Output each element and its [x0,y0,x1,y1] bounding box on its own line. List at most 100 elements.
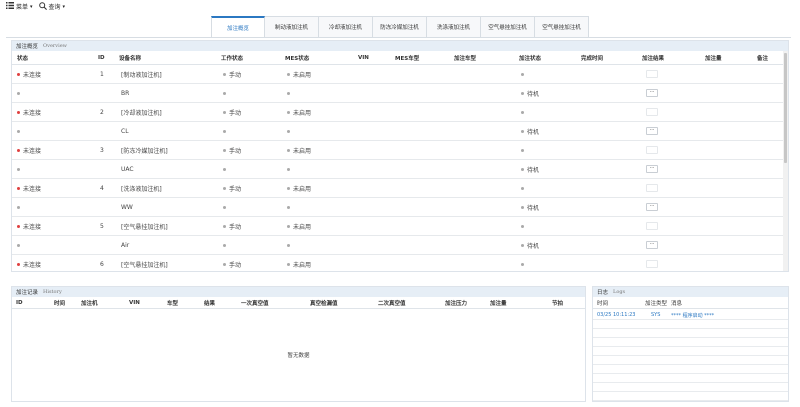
fill-result-button[interactable] [646,260,658,268]
hist-col-vin: VIN [129,299,140,306]
id-cell: 5 [100,222,104,230]
tab-overview[interactable]: 加注概览 [211,16,265,38]
fill-state-cell [521,217,527,235]
hist-col-model: 车型 [167,300,179,307]
logs-title: 日志 [597,290,609,296]
col-vin: VIN [358,54,369,61]
mes-state-cell: 未启用 [287,103,311,121]
state-dot-icon [223,167,226,171]
fill-result-button[interactable]: ··· [646,127,658,135]
tab-refrigerant[interactable]: 防冻冷媒加注机 [373,16,427,38]
work-state-text: 手动 [229,185,242,193]
fill-result-button[interactable] [646,70,658,78]
mes-state-cell: 未启用 [287,255,311,271]
work-state-cell: 手动 [223,179,241,197]
table-row[interactable]: 未连接 3 [防冻冷媒加注机] 手动 未启用 [12,141,788,160]
fill-result-button[interactable]: ··· [646,165,658,173]
tab-air-suspension-1[interactable]: 空气悬挂加注机 [481,16,535,38]
work-state-text: 手动 [229,147,242,155]
query-dropdown[interactable]: 查询 ▾ [38,1,65,12]
status-cell [17,236,23,254]
hist-col-id: ID [16,299,23,306]
table-row[interactable]: 未连接 6 [空气悬挂加注机] 手动 未启用 [12,255,788,271]
state-dot-icon [223,186,226,190]
table-row[interactable]: 未连接 1 [制动液加注机] 手动 未启用 [12,65,788,84]
col-mes-state: MES状态 [285,55,310,62]
fill-state-text: 待机 [527,90,540,98]
state-dot-icon [287,224,290,228]
table-row[interactable]: WW 待机 ··· [12,198,788,217]
mes-state-text: 未启用 [293,185,312,193]
fill-state-cell [521,103,527,121]
state-dot-icon [287,167,290,171]
status-dot-icon [17,186,20,190]
list-menu-icon [6,2,14,11]
fill-state-cell [521,255,527,271]
fill-state-cell: 待机 [521,160,539,178]
fill-state-text: 待机 [527,204,540,212]
table-row[interactable]: 未连接 4 [洗涤液加注机] 手动 未启用 [12,179,788,198]
status-cell: 未连接 [17,255,42,271]
work-state-text: 手动 [229,223,242,231]
mes-state-cell [287,84,293,102]
log-row-empty [593,320,788,329]
table-row[interactable]: CL 待机 ··· [12,122,788,141]
fill-result-button[interactable]: ··· [646,89,658,97]
fill-result-button[interactable] [646,108,658,116]
overview-scrollbar-thumb[interactable] [784,53,787,163]
fill-state-cell [521,141,527,159]
history-title-en: History [43,289,62,295]
menu-label: 菜单 [16,4,29,11]
hist-col-fill-pressure: 加注压力 [445,300,468,307]
fill-result-button[interactable] [646,184,658,192]
col-fill-amount: 加注量 [705,55,722,62]
col-device-name: 设备名称 [119,55,142,62]
logs-panel-header: 日志 Logs [593,287,788,297]
tab-coolant[interactable]: 冷却液加注机 [319,16,373,38]
table-row[interactable]: UAC 待机 ··· [12,160,788,179]
state-dot-icon [223,129,226,133]
id-cell: 3 [100,146,104,154]
menu-dropdown[interactable]: 菜单 ▾ [6,2,33,11]
log-row-empty [593,356,788,365]
status-dot-icon [17,72,20,76]
state-dot-icon [223,110,226,114]
status-text: 未连接 [23,261,42,269]
fill-result-button[interactable]: ··· [646,203,658,211]
device-name-cell: [空气悬挂加注机] [121,223,168,231]
fill-state-cell: 待机 [521,122,539,140]
device-name-cell: Air [121,241,130,249]
status-dot-icon [17,243,20,247]
tab-air-suspension-2[interactable]: 空气悬挂加注机 [535,16,589,38]
mes-state-cell [287,160,293,178]
log-row-empty [593,392,788,401]
tab-washer-fluid[interactable]: 洗涤液加注机 [427,16,481,38]
fill-result-cell [646,103,658,121]
fill-result-button[interactable] [646,146,658,154]
status-cell: 未连接 [17,103,41,121]
search-icon [38,1,47,12]
state-dot-icon [521,205,524,209]
table-row[interactable]: 未连接 2 [冷却液加注机] 手动 未启用 [12,103,788,122]
log-row: 03/25 10:11:23 SYS **** 程序启动 **** [593,311,788,320]
mes-state-cell [287,122,293,140]
log-row-empty [593,374,788,383]
state-dot-icon [223,224,226,228]
table-row[interactable]: BR 待机 ··· [12,84,788,103]
tab-brake-fluid[interactable]: 制动液加注机 [265,16,319,38]
log-row-empty [593,383,788,392]
fill-state-cell: 待机 [521,84,539,102]
status-dot-icon [17,148,20,152]
fill-result-button[interactable] [646,222,658,230]
status-cell: 未连接 [17,217,41,235]
table-row[interactable]: Air 待机 ··· [12,236,788,255]
log-time: 03/25 10:11:23 [597,312,636,318]
fill-state-cell [521,65,527,83]
fill-result-button[interactable]: ··· [646,241,658,249]
fill-result-cell [646,65,658,83]
state-dot-icon [287,148,290,152]
status-text: 未连接 [23,185,42,193]
log-message: **** 程序启动 **** [671,312,715,319]
table-row[interactable]: 未连接 5 [空气悬挂加注机] 手动 未启用 [12,217,788,236]
work-state-cell [223,198,229,216]
